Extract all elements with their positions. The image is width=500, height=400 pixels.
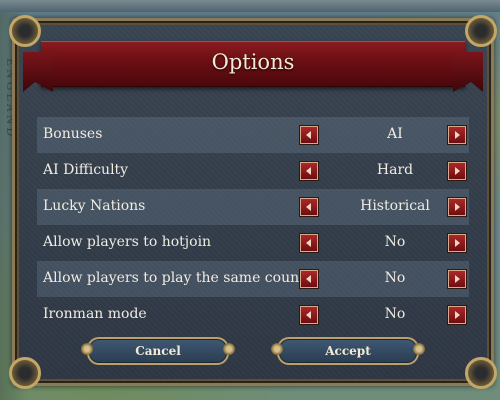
decrease-hotjoin-button[interactable]: [299, 233, 319, 253]
arrow-right-icon: [455, 275, 460, 283]
option-value: No: [384, 234, 406, 250]
option-label: Ironman mode: [43, 306, 147, 322]
top-bar: [0, 0, 500, 12]
button-cap: [271, 343, 283, 355]
accept-button[interactable]: Accept: [271, 337, 425, 365]
option-row-lucky-nations: Lucky Nations Historical: [37, 189, 469, 225]
option-value: Hard: [376, 162, 414, 178]
option-label: AI Difficulty: [43, 162, 129, 178]
corner-ornament: [9, 357, 41, 389]
increase-bonuses-button[interactable]: [447, 125, 467, 145]
arrow-right-icon: [455, 131, 460, 139]
arrow-left-icon: [306, 239, 311, 247]
arrow-left-icon: [306, 167, 311, 175]
arrow-right-icon: [455, 167, 460, 175]
option-label: Allow players to play the same country: [43, 270, 320, 286]
option-value: Historical: [360, 198, 430, 214]
decrease-ai-difficulty-button[interactable]: [299, 161, 319, 181]
arrow-left-icon: [306, 203, 311, 211]
decrease-bonuses-button[interactable]: [299, 125, 319, 145]
increase-same-country-button[interactable]: [447, 269, 467, 289]
option-row-hotjoin: Allow players to hotjoin No: [37, 225, 469, 261]
corner-ornament: [9, 15, 41, 47]
option-label: Lucky Nations: [43, 198, 146, 214]
increase-ai-difficulty-button[interactable]: [447, 161, 467, 181]
increase-hotjoin-button[interactable]: [447, 233, 467, 253]
option-label: Bonuses: [43, 126, 103, 142]
arrow-left-icon: [306, 311, 311, 319]
option-row-ironman: Ironman mode No: [37, 297, 469, 333]
decrease-lucky-nations-button[interactable]: [299, 197, 319, 217]
cancel-button[interactable]: Cancel: [81, 337, 235, 365]
options-list: Bonuses AI AI Difficulty Hard Lucky Nati…: [37, 117, 469, 333]
option-row-bonuses: Bonuses AI: [37, 117, 469, 153]
button-cap: [223, 343, 235, 355]
button-cap: [81, 343, 93, 355]
corner-ornament: [465, 15, 497, 47]
arrow-right-icon: [455, 239, 460, 247]
option-row-same-country: Allow players to play the same country N…: [37, 261, 469, 297]
title-banner: Options: [23, 41, 483, 92]
accept-button-label: Accept: [325, 344, 371, 358]
cancel-button-label: Cancel: [135, 344, 181, 358]
option-value: No: [384, 270, 406, 286]
option-value: No: [384, 306, 406, 322]
option-row-ai-difficulty: AI Difficulty Hard: [37, 153, 469, 189]
increase-lucky-nations-button[interactable]: [447, 197, 467, 217]
options-dialog: Options Bonuses AI AI Difficulty Hard Lu…: [9, 15, 497, 389]
arrow-right-icon: [455, 203, 460, 211]
dialog-title: Options: [211, 50, 295, 74]
arrow-left-icon: [306, 131, 311, 139]
option-label: Allow players to hotjoin: [43, 234, 212, 250]
option-value: AI: [387, 126, 403, 142]
arrow-left-icon: [306, 275, 311, 283]
decrease-ironman-button[interactable]: [299, 305, 319, 325]
corner-ornament: [465, 357, 497, 389]
increase-ironman-button[interactable]: [447, 305, 467, 325]
decrease-same-country-button[interactable]: [299, 269, 319, 289]
button-cap: [413, 343, 425, 355]
arrow-right-icon: [455, 311, 460, 319]
